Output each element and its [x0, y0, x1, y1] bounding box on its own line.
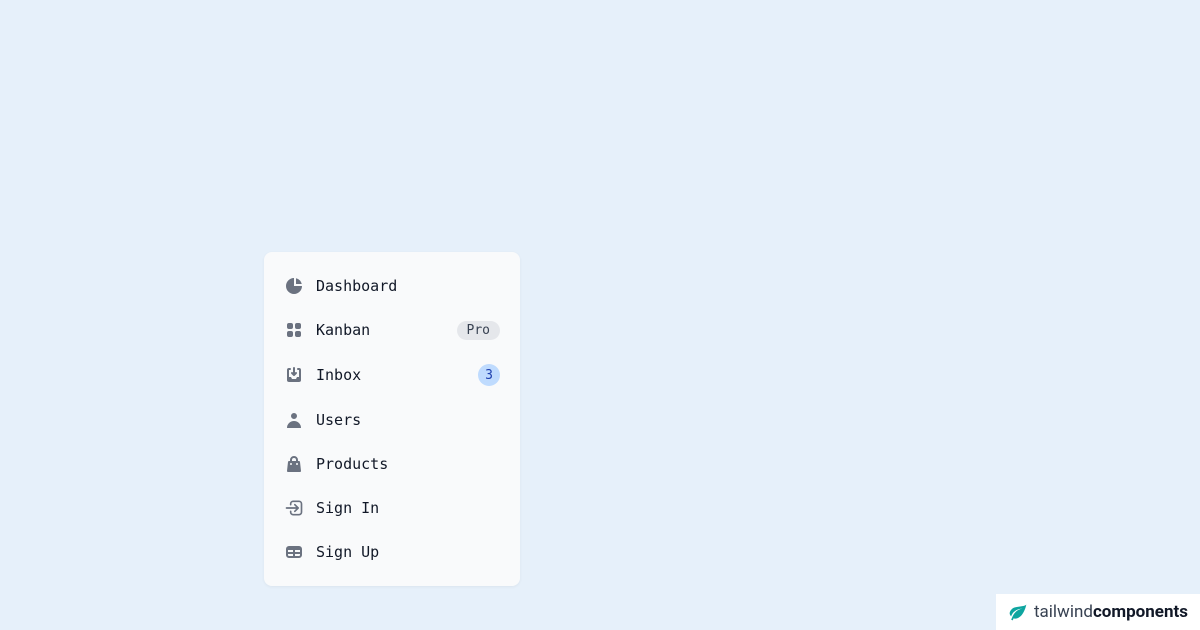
grid-icon: [284, 320, 304, 340]
sidebar: Dashboard Kanban Pro Inbox 3 Users: [264, 252, 520, 586]
pro-badge: Pro: [457, 321, 500, 340]
brand-bold: components: [1093, 602, 1188, 622]
chart-pie-icon: [284, 276, 304, 296]
sidebar-item-products[interactable]: Products: [276, 446, 508, 482]
sidebar-item-sign-up[interactable]: Sign Up: [276, 534, 508, 570]
sidebar-item-dashboard[interactable]: Dashboard: [276, 268, 508, 304]
arrow-right-icon: [284, 498, 304, 518]
sidebar-item-kanban[interactable]: Kanban Pro: [276, 312, 508, 348]
leaf-icon: [1008, 602, 1028, 622]
inbox-in-icon: [284, 365, 304, 385]
table-icon: [284, 542, 304, 562]
brand-light: tailwind: [1034, 602, 1093, 622]
sidebar-item-sign-in[interactable]: Sign In: [276, 490, 508, 526]
sidebar-item-label: Dashboard: [316, 277, 500, 295]
sidebar-item-label: Sign In: [316, 499, 500, 517]
sidebar-item-inbox[interactable]: Inbox 3: [276, 356, 508, 394]
count-badge: 3: [478, 364, 500, 386]
sidebar-item-users[interactable]: Users: [276, 402, 508, 438]
sidebar-item-label: Kanban: [316, 321, 457, 339]
nav-list: Dashboard Kanban Pro Inbox 3 Users: [276, 268, 508, 570]
sidebar-item-label: Products: [316, 455, 500, 473]
brand-watermark: tailwindcomponents: [996, 594, 1200, 630]
user-icon: [284, 410, 304, 430]
sidebar-item-label: Users: [316, 411, 500, 429]
sidebar-item-label: Sign Up: [316, 543, 500, 561]
shopping-bag-icon: [284, 454, 304, 474]
sidebar-item-label: Inbox: [316, 366, 478, 384]
brand-text: tailwindcomponents: [1034, 602, 1188, 622]
